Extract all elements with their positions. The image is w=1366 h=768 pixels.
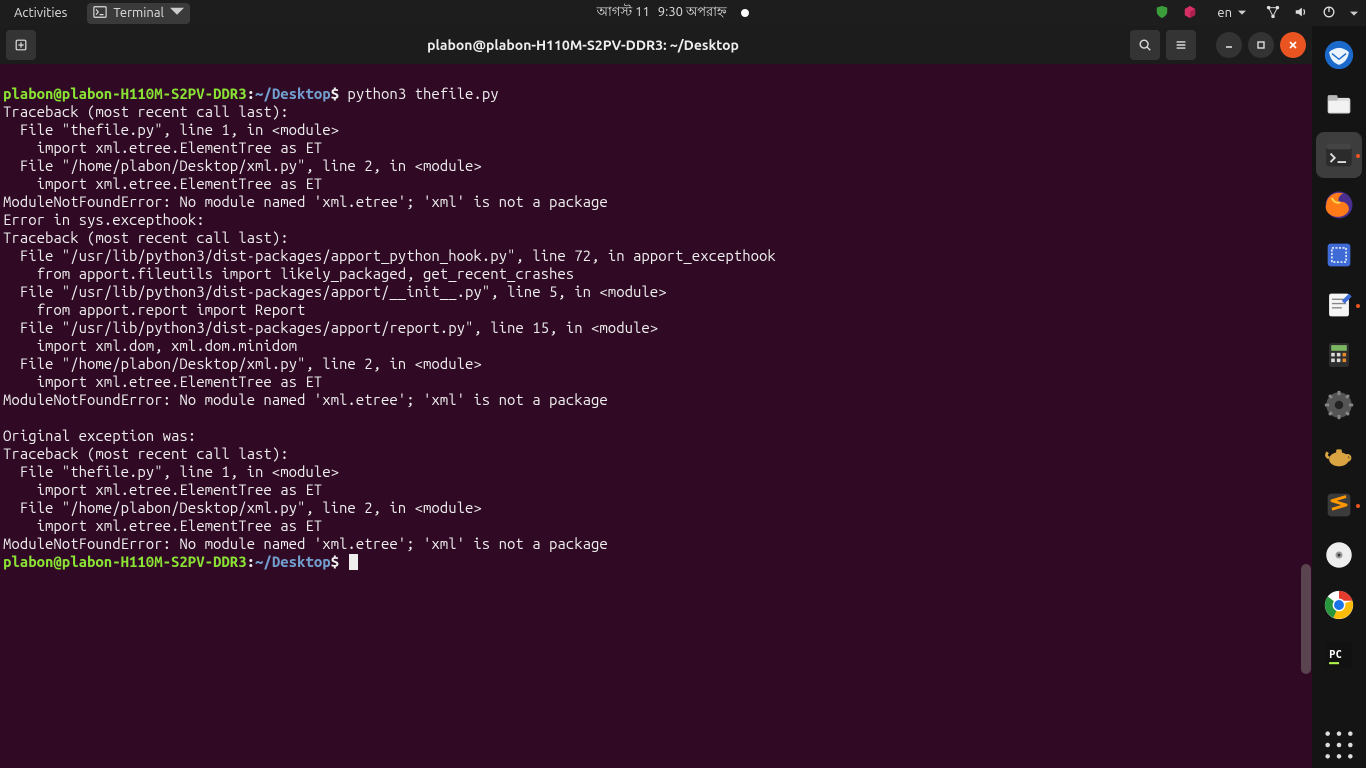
output-line: import xml.dom, xml.dom.minidom <box>3 337 297 354</box>
output-line: import xml.etree.ElementTree as ET <box>3 481 322 498</box>
dock-app-text-editor[interactable] <box>1316 282 1362 328</box>
language-indicator[interactable]: en <box>1211 4 1252 22</box>
new-tab-button[interactable] <box>6 30 36 60</box>
scrollbar-thumb[interactable] <box>1301 564 1311 674</box>
terminal-window: plabon@plabon-H110M-S2PV-DDR3: ~/Desktop… <box>0 26 1312 768</box>
clock[interactable]: আগস্ট 11 9:30 অপরাহ্ন <box>190 3 1155 24</box>
dock-app-sublime[interactable] <box>1316 482 1362 528</box>
dock-app-files[interactable] <box>1316 82 1362 128</box>
activities-button[interactable]: Activities <box>8 4 73 22</box>
command-text: python3 thefile.py <box>339 85 499 102</box>
output-line: import xml.etree.ElementTree as ET <box>3 175 322 192</box>
tray-cube-icon[interactable] <box>1183 5 1197 22</box>
chevron-down-icon <box>170 5 184 22</box>
prompt-user: plabon@plabon-H110M-S2PV-DDR3 <box>3 85 247 102</box>
dock-app-chrome[interactable] <box>1316 582 1362 628</box>
running-indicator-icon <box>1356 154 1360 158</box>
output-line: import xml.etree.ElementTree as ET <box>3 373 322 390</box>
maximize-button[interactable] <box>1248 32 1274 58</box>
volume-icon[interactable] <box>1294 5 1308 22</box>
prompt-path: ~/Desktop <box>255 553 331 570</box>
output-line: File "/usr/lib/python3/dist-packages/app… <box>3 247 776 264</box>
prompt-path: ~/Desktop <box>255 85 331 102</box>
terminal-topbar-icon <box>93 5 107 22</box>
svg-text:PC: PC <box>1329 648 1342 661</box>
terminal-body[interactable]: plabon@plabon-H110M-S2PV-DDR3:~/Desktop$… <box>0 64 1312 768</box>
dock-app-teapot[interactable] <box>1316 432 1362 478</box>
output-line: from apport.fileutils import likely_pack… <box>3 265 574 282</box>
output-line: ModuleNotFoundError: No module named 'xm… <box>3 391 608 408</box>
output-line: Traceback (most recent call last): <box>3 445 289 462</box>
hamburger-menu-button[interactable] <box>1166 30 1196 60</box>
output-line: Original exception was: <box>3 427 196 444</box>
system-chevron-down-icon[interactable] <box>1350 6 1358 20</box>
network-icon[interactable] <box>1266 5 1280 22</box>
output-line: Error in sys.excepthook: <box>3 211 205 228</box>
window-title: plabon@plabon-H110M-S2PV-DDR3: ~/Desktop <box>42 37 1124 53</box>
running-indicator-icon <box>1356 304 1360 308</box>
output-line: File "thefile.py", line 1, in <module> <box>3 121 339 138</box>
dock-app-pycharm[interactable]: PC <box>1316 632 1362 678</box>
output-line: File "/home/plabon/Desktop/xml.py", line… <box>3 355 482 372</box>
close-button[interactable] <box>1280 32 1306 58</box>
output-line: import xml.etree.ElementTree as ET <box>3 139 322 156</box>
output-line: ModuleNotFoundError: No module named 'xm… <box>3 535 608 552</box>
output-line: File "/home/plabon/Desktop/xml.py", line… <box>3 157 482 174</box>
notification-dot-icon <box>741 9 749 17</box>
output-line: File "/home/plabon/Desktop/xml.py", line… <box>3 499 482 516</box>
output-line: Traceback (most recent call last): <box>3 229 289 246</box>
dock-app-disc[interactable] <box>1316 532 1362 578</box>
power-icon[interactable] <box>1322 5 1336 22</box>
tray-shield-icon[interactable] <box>1155 5 1169 22</box>
show-applications-button[interactable] <box>1316 722 1362 768</box>
time-label: 9:30 অপরাহ্ন <box>658 3 727 24</box>
minimize-button[interactable] <box>1216 32 1242 58</box>
output-line: File "/usr/lib/python3/dist-packages/app… <box>3 283 667 300</box>
prompt-user: plabon@plabon-H110M-S2PV-DDR3 <box>3 553 247 570</box>
app-menu-label: Terminal <box>113 6 164 20</box>
output-line: import xml.etree.ElementTree as ET <box>3 517 322 534</box>
gnome-topbar: Activities Terminal আগস্ট 11 9:30 অপরাহ্… <box>0 0 1366 26</box>
app-menu[interactable]: Terminal <box>87 3 190 24</box>
output-line: File "thefile.py", line 1, in <module> <box>3 463 339 480</box>
output-line: from apport.report import Report <box>3 301 305 318</box>
dock-app-screenshot[interactable] <box>1316 232 1362 278</box>
output-line: Traceback (most recent call last): <box>3 103 289 120</box>
dock: PC <box>1312 26 1366 768</box>
dock-app-calculator[interactable] <box>1316 332 1362 378</box>
cursor <box>349 554 358 570</box>
dock-app-firefox[interactable] <box>1316 182 1362 228</box>
dock-app-thunderbird[interactable] <box>1316 32 1362 78</box>
dock-app-terminal[interactable] <box>1316 132 1362 178</box>
search-button[interactable] <box>1130 30 1160 60</box>
date-label: আগস্ট 11 <box>597 3 650 24</box>
dock-app-settings[interactable] <box>1316 382 1362 428</box>
titlebar: plabon@plabon-H110M-S2PV-DDR3: ~/Desktop <box>0 26 1312 64</box>
output-line: File "/usr/lib/python3/dist-packages/app… <box>3 319 658 336</box>
output-line: ModuleNotFoundError: No module named 'xm… <box>3 193 608 210</box>
workspace: plabon@plabon-H110M-S2PV-DDR3: ~/Desktop… <box>0 26 1366 768</box>
running-indicator-icon <box>1356 504 1360 508</box>
